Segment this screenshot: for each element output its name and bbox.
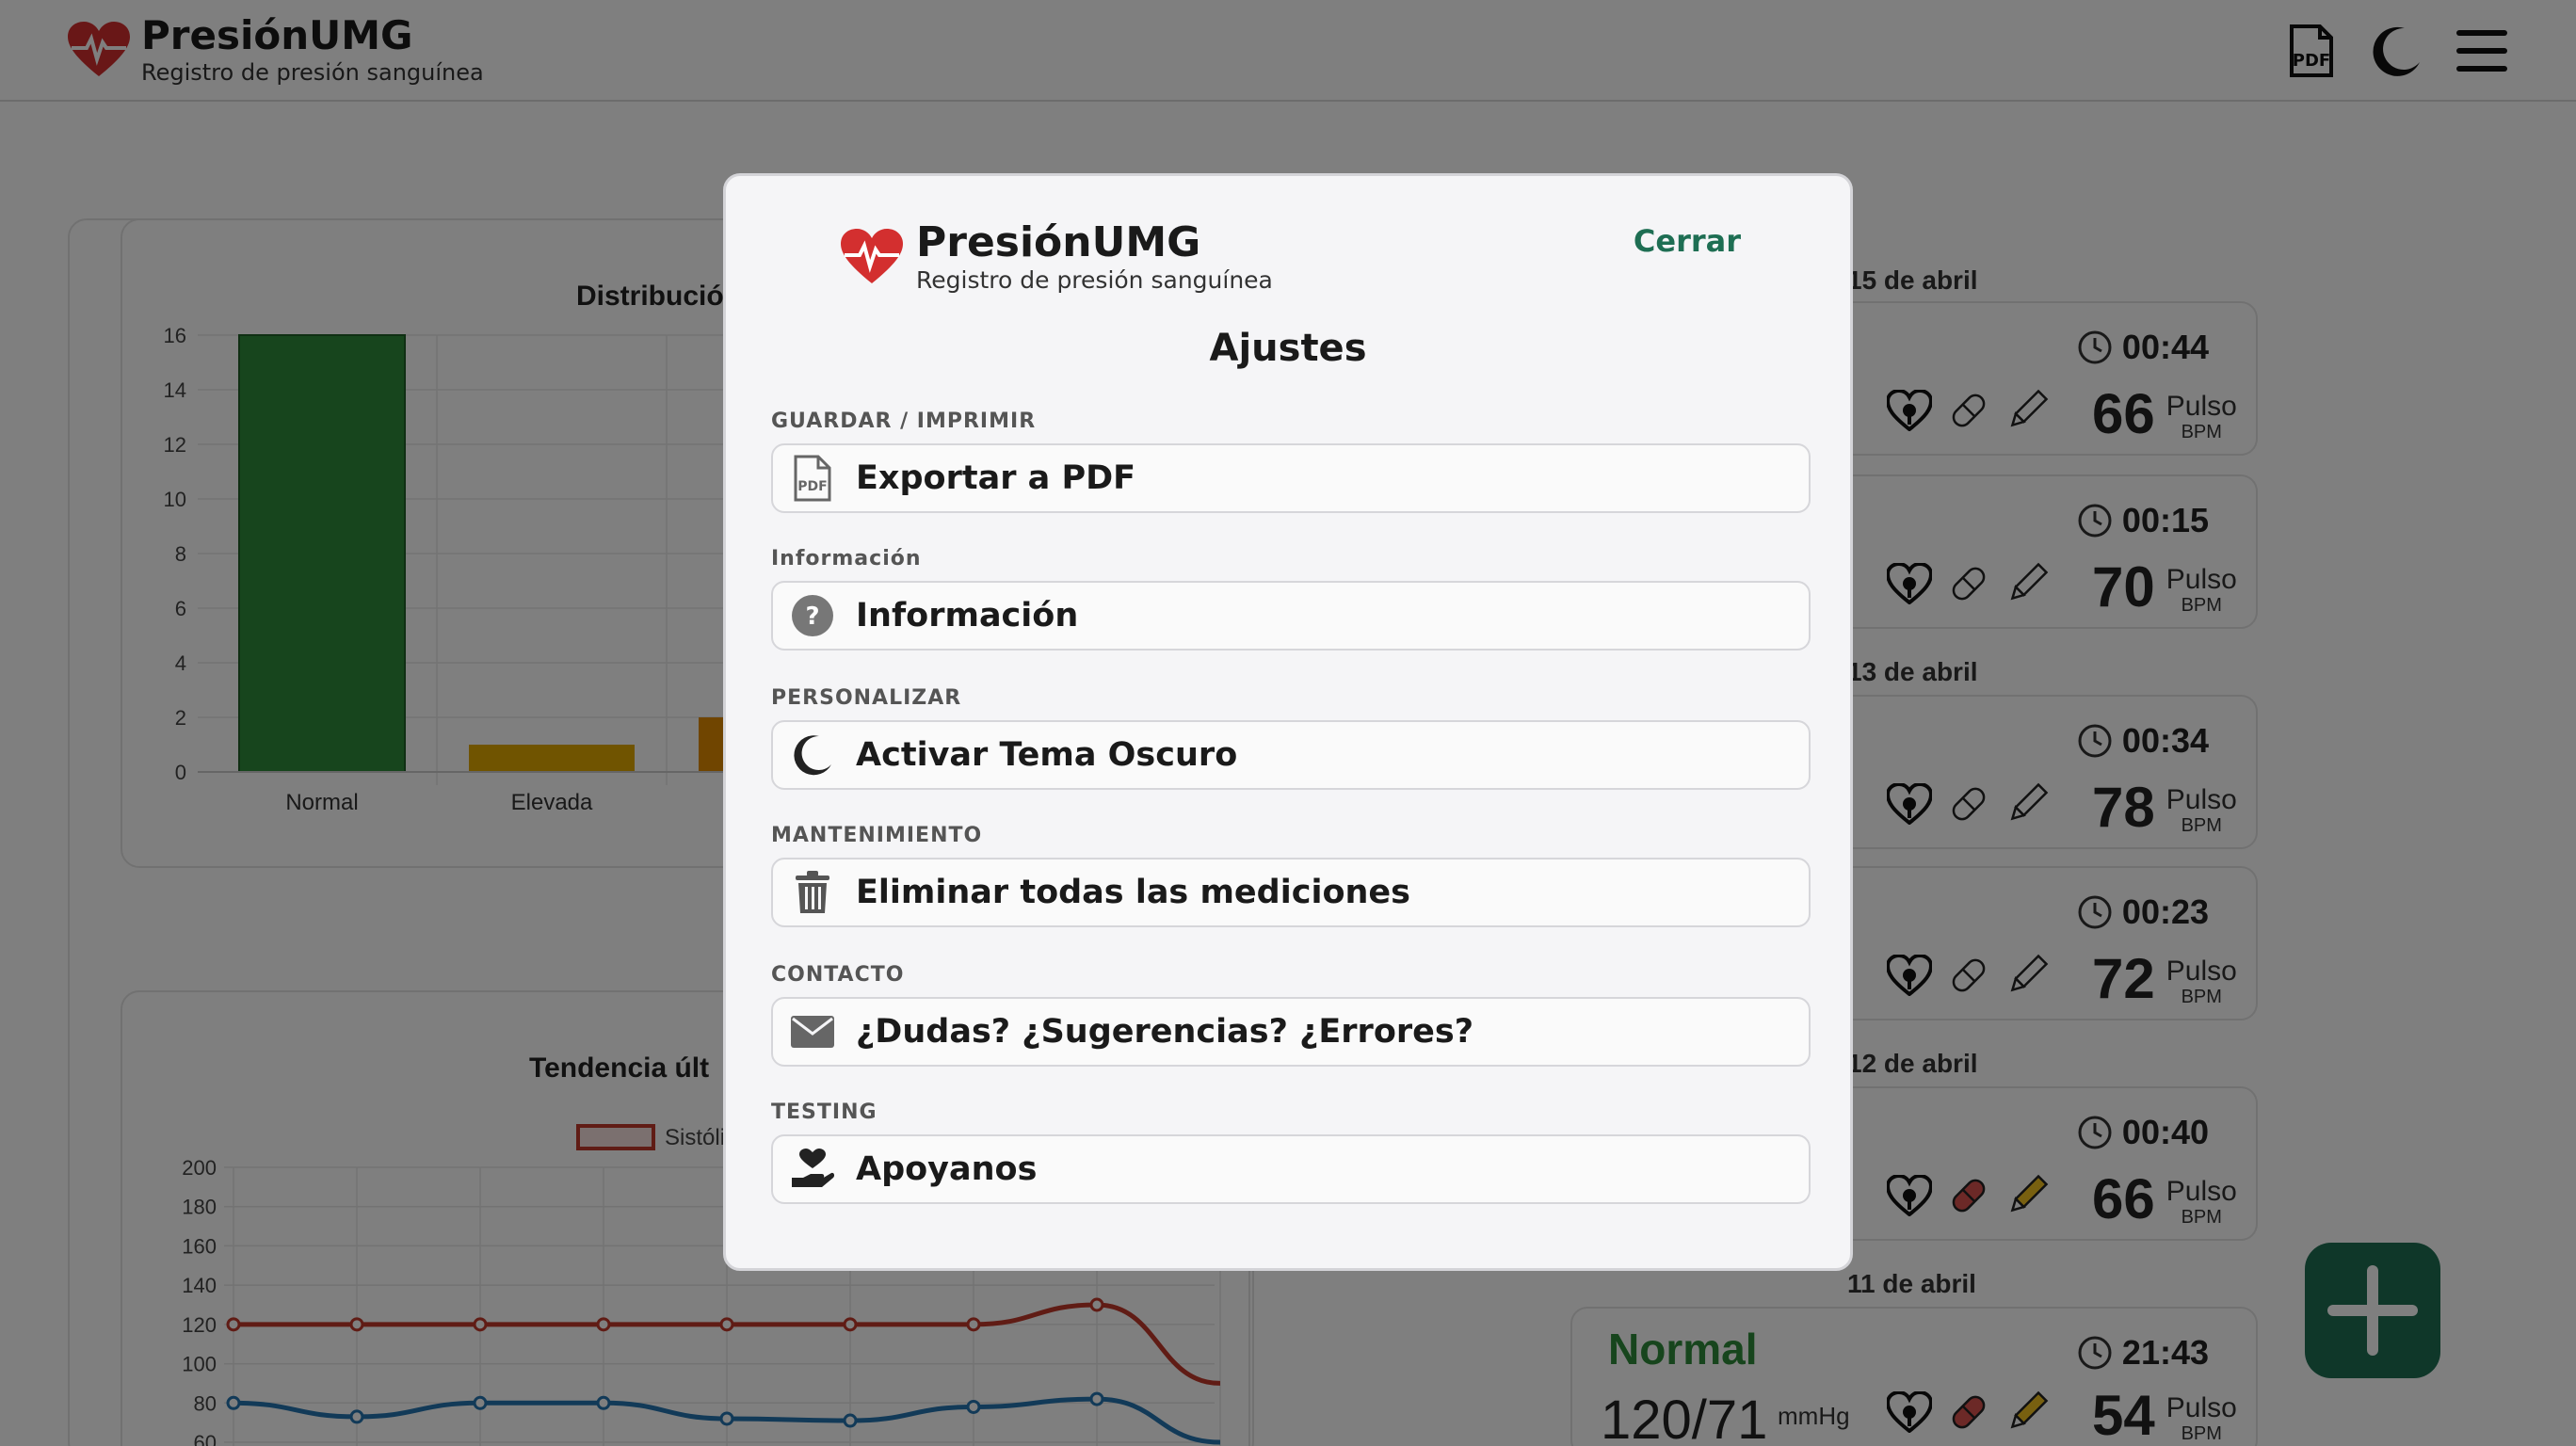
heart-pulse-logo-icon	[841, 229, 903, 283]
hand-heart-icon	[788, 1145, 837, 1194]
support-us-button[interactable]: Apoyanos	[771, 1134, 1811, 1204]
trash-icon	[788, 868, 837, 917]
modal-heading: Ajustes	[1209, 327, 1367, 370]
contact-label: ¿Dudas? ¿Sugerencias? ¿Errores?	[856, 1013, 1473, 1051]
dark-theme-label: Activar Tema Oscuro	[856, 736, 1238, 774]
section-label-contact: CONTACTO	[771, 963, 905, 987]
contact-button[interactable]: ¿Dudas? ¿Sugerencias? ¿Errores?	[771, 997, 1811, 1067]
envelope-icon	[788, 1007, 837, 1056]
close-button[interactable]: Cerrar	[1634, 223, 1741, 259]
export-pdf-label: Exportar a PDF	[856, 459, 1136, 497]
modal-brand: PresiónUMG Registro de presión sanguínea	[839, 219, 1273, 295]
dark-theme-button[interactable]: Activar Tema Oscuro	[771, 720, 1811, 790]
modal-brand-title: PresiónUMG	[916, 218, 1201, 266]
section-label-customize: PERSONALIZAR	[771, 686, 962, 710]
information-button[interactable]: ? Información	[771, 581, 1811, 651]
support-us-label: Apoyanos	[856, 1150, 1038, 1188]
section-label-save-print: GUARDAR / IMPRIMIR	[771, 410, 1037, 433]
section-label-testing: TESTING	[771, 1101, 877, 1124]
delete-all-label: Eliminar todas las mediciones	[856, 874, 1410, 911]
question-circle-icon: ?	[788, 591, 837, 640]
pdf-file-icon: PDF	[788, 454, 837, 503]
settings-modal: PresiónUMG Registro de presión sanguínea…	[723, 173, 1853, 1271]
section-label-info: Información	[771, 547, 922, 570]
export-pdf-button[interactable]: PDF Exportar a PDF	[771, 443, 1811, 513]
delete-all-button[interactable]: Eliminar todas las mediciones	[771, 858, 1811, 927]
svg-text:?: ?	[805, 602, 819, 631]
moon-icon	[788, 731, 837, 779]
section-label-maintenance: MANTENIMIENTO	[771, 824, 983, 847]
modal-brand-subtitle: Registro de presión sanguínea	[916, 266, 1273, 294]
information-label: Información	[856, 597, 1079, 635]
svg-text:PDF: PDF	[797, 479, 827, 494]
